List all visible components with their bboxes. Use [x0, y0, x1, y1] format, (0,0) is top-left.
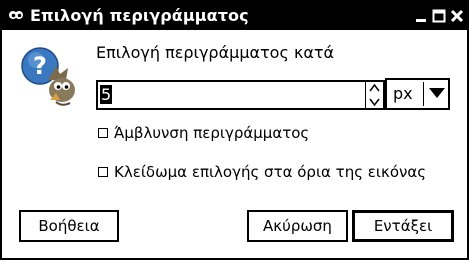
unit-dropdown[interactable]: px — [385, 78, 450, 110]
unit-divider — [423, 82, 424, 106]
heading-label: Επιλογή περιγράμματος κατά — [96, 43, 335, 62]
svg-text:?: ? — [33, 52, 47, 80]
window-title: Επιλογή περιγράμματος — [30, 6, 249, 25]
border-width-value: 5 — [100, 85, 113, 104]
chevron-down-icon[interactable] — [429, 87, 445, 99]
border-selection-dialog: Επιλογή περιγράμματος ? Επιλογή περιγράμ… — [0, 0, 469, 260]
border-width-input[interactable]: 5 — [98, 82, 364, 108]
lock-to-image-bounds-label: Κλείδωμα επιλογής στα όρια της εικόνας — [114, 163, 427, 181]
feather-border-checkbox-box[interactable] — [98, 128, 108, 138]
lock-to-image-bounds-checkbox-box[interactable] — [98, 167, 108, 177]
increment-icon[interactable] — [369, 83, 380, 94]
lock-to-image-bounds-checkbox[interactable]: Κλείδωμα επιλογής στα όρια της εικόνας — [98, 163, 426, 181]
unit-value: px — [393, 84, 413, 103]
close-icon[interactable] — [450, 9, 464, 23]
feather-border-label: Άμβλυνση περιγράμματος — [114, 124, 310, 142]
ok-button[interactable]: Εντάξει — [352, 210, 454, 242]
decrement-icon[interactable] — [369, 96, 380, 107]
spin-arrows[interactable] — [365, 82, 383, 108]
question-wilber-icon: ? — [21, 47, 75, 106]
minimize-icon[interactable] — [414, 9, 428, 23]
feather-border-checkbox[interactable]: Άμβλυνση περιγράμματος — [98, 124, 309, 142]
cancel-button[interactable]: Ακύρωση — [247, 210, 348, 242]
help-button[interactable]: Βοήθεια — [19, 210, 119, 242]
border-width-spinbutton[interactable]: 5 — [96, 80, 385, 110]
gimp-eye-icon — [9, 11, 23, 19]
title-bar[interactable]: Επιλογή περιγράμματος — [2, 2, 467, 30]
maximize-icon[interactable] — [432, 9, 446, 23]
